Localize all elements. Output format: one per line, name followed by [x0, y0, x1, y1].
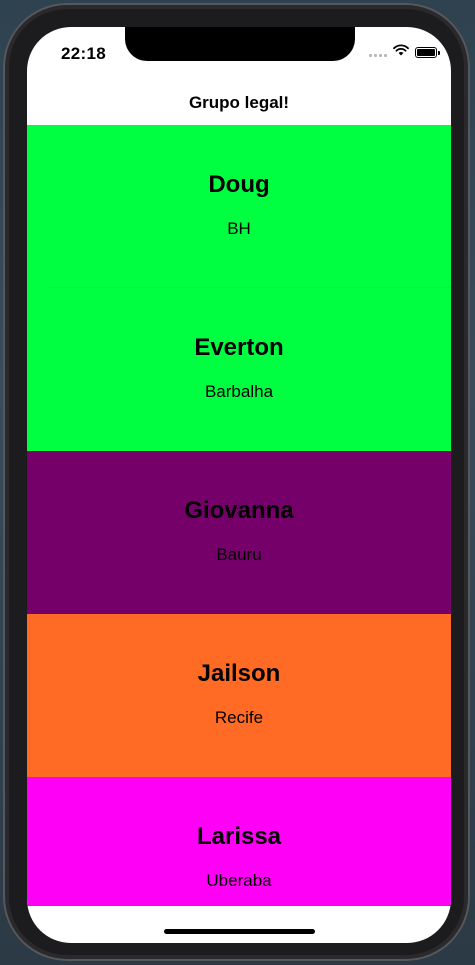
phone-frame: 22:18 Grupo legal! Doug BH Everton Barba…	[3, 3, 470, 961]
status-time: 22:18	[61, 44, 106, 63]
list-item[interactable]: Larissa Uberaba	[27, 777, 451, 906]
person-name: Giovanna	[184, 497, 294, 524]
list-item[interactable]: Everton Barbalha	[27, 288, 451, 451]
person-city: BH	[227, 219, 251, 238]
phone-screen: 22:18 Grupo legal! Doug BH Everton Barba…	[27, 27, 451, 943]
navigation-bar: Grupo legal!	[27, 81, 451, 125]
person-name: Jailson	[197, 660, 281, 687]
person-city: Uberaba	[206, 871, 272, 890]
list-item[interactable]: Giovanna Bauru	[27, 451, 451, 614]
cellular-signal-icon	[369, 47, 387, 57]
person-city: Recife	[214, 708, 264, 727]
list-item[interactable]: Doug BH	[27, 125, 451, 288]
people-list[interactable]: Doug BH Everton Barbalha Giovanna Bauru …	[27, 125, 451, 906]
person-name: Larissa	[196, 823, 282, 850]
person-city: Bauru	[216, 545, 262, 564]
battery-icon	[415, 46, 440, 58]
notch	[125, 27, 355, 61]
person-name: Everton	[194, 334, 284, 361]
nav-title: Grupo legal!	[188, 93, 290, 112]
person-city: Barbalha	[204, 382, 274, 401]
list-item[interactable]: Jailson Recife	[27, 614, 451, 777]
home-indicator[interactable]	[164, 929, 315, 934]
status-icons	[369, 43, 440, 61]
person-name: Doug	[208, 171, 270, 198]
wifi-icon	[393, 43, 409, 61]
